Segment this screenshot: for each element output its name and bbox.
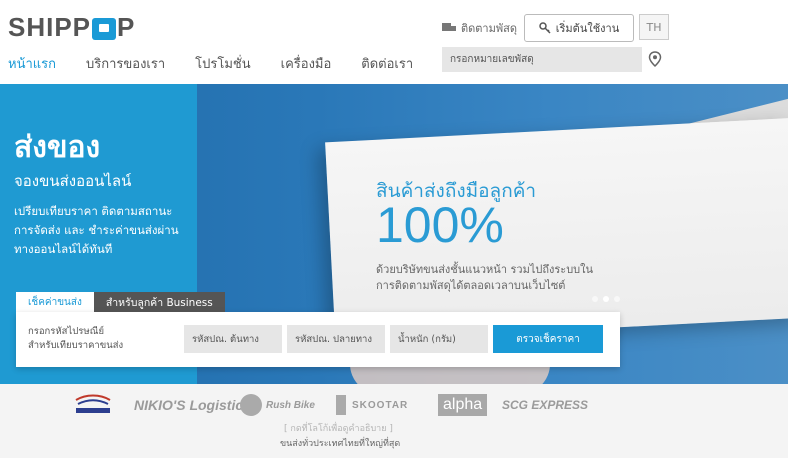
thailand-post-icon xyxy=(75,394,111,413)
alpha-logo-text: alpha xyxy=(438,394,488,416)
skootar-logo-text: SKOOTAR xyxy=(352,399,409,411)
thailand-post-logo[interactable] xyxy=(72,392,114,418)
carousel-dots xyxy=(592,296,620,302)
rushbike-logo-text: Rush Bike xyxy=(266,399,315,411)
alpha-logo[interactable]: alpha xyxy=(438,392,488,418)
quote-form: กรอกรหัสไปรษณีย์ สำหรับเทียบราคาขนส่ง ตร… xyxy=(16,312,620,367)
nav-contact[interactable]: ติดต่อเรา xyxy=(361,53,413,74)
partners-strip: NIKIO'S Logistics Rush Bike SKOOTAR alph… xyxy=(0,384,788,458)
truck-icon xyxy=(442,23,456,33)
quote-instruction-text: กรอกรหัสไปรษณีย์ สำหรับเทียบราคาขนส่ง xyxy=(28,326,124,351)
carousel-dot[interactable] xyxy=(592,296,598,302)
scg-express-logo[interactable]: SCG EXPRESS xyxy=(502,392,588,418)
skootar-icon xyxy=(336,395,346,415)
location-pin-icon[interactable] xyxy=(648,51,662,67)
nikios-logo-text: NIKIO'S Logistics xyxy=(134,397,251,413)
nav-promotions[interactable]: โปรโมชั่น xyxy=(195,53,250,74)
scg-express-logo-text: SCG EXPRESS xyxy=(502,398,589,412)
carousel-dot-active[interactable] xyxy=(603,296,609,302)
logo-suffix: P xyxy=(117,12,136,42)
hero-description: เปรียบเทียบราคา ติดตามสถานะการจัดส่ง และ… xyxy=(14,204,179,256)
partners-tagline: ขนส่งทั่วประเทศไทยที่ใหญ่ที่สุด xyxy=(280,439,401,449)
box-caption: ด้วยบริษัทขนส่งชั้นแนวหน้า รวมไปถึงระบบใ… xyxy=(376,263,594,292)
skootar-logo[interactable]: SKOOTAR xyxy=(336,392,408,418)
rushbike-logo[interactable]: Rush Bike xyxy=(240,392,315,418)
nav-services[interactable]: บริการของเรา xyxy=(86,53,165,74)
nav-tools[interactable]: เครื่องมือ xyxy=(281,53,332,74)
origin-postcode-input[interactable] xyxy=(184,325,282,353)
tab-business[interactable]: สำหรับลูกค้า Business xyxy=(93,292,225,312)
weight-input[interactable] xyxy=(390,325,488,353)
partners-info-link[interactable]: [ กดที่โลโก้เพื่อดูคำอธิบาย ] xyxy=(284,421,393,435)
quote-tabs: เช็คค่าขนส่ง สำหรับลูกค้า Business xyxy=(16,292,225,312)
tab-check-rate[interactable]: เช็คค่าขนส่ง xyxy=(16,292,94,312)
tracking-number-input[interactable] xyxy=(442,47,642,72)
key-icon xyxy=(539,22,551,34)
logo-box-icon xyxy=(92,17,117,40)
shippop-logo[interactable]: SHIPP P xyxy=(8,12,135,43)
main-nav: หน้าแรก บริการของเรา โปรโมชั่น เครื่องมื… xyxy=(8,53,443,74)
destination-postcode-input[interactable] xyxy=(287,325,385,353)
logo-prefix: SHIPP xyxy=(8,12,92,42)
rushbike-icon xyxy=(240,394,262,416)
track-parcel-link[interactable]: ติดตามพัสดุ xyxy=(442,19,517,37)
quote-instruction: กรอกรหัสไปรษณีย์ สำหรับเทียบราคาขนส่ง xyxy=(28,325,123,353)
nikios-logo[interactable]: NIKIO'S Logistics xyxy=(134,392,251,418)
carousel-dot[interactable] xyxy=(614,296,620,302)
track-parcel-label: ติดตามพัสดุ xyxy=(461,22,517,35)
get-started-button[interactable]: เริ่มต้นใช้งาน xyxy=(524,14,634,42)
nav-home[interactable]: หน้าแรก xyxy=(8,53,56,74)
language-toggle[interactable]: TH xyxy=(639,14,669,40)
hero-subtitle: จองขนส่งออนไลน์ xyxy=(14,172,132,190)
hero-title: ส่งของ xyxy=(14,130,101,165)
check-price-button[interactable]: ตรวจเช็คราคา xyxy=(493,325,603,353)
get-started-label: เริ่มต้นใช้งาน xyxy=(555,23,620,35)
box-percent: 100% xyxy=(376,197,504,253)
